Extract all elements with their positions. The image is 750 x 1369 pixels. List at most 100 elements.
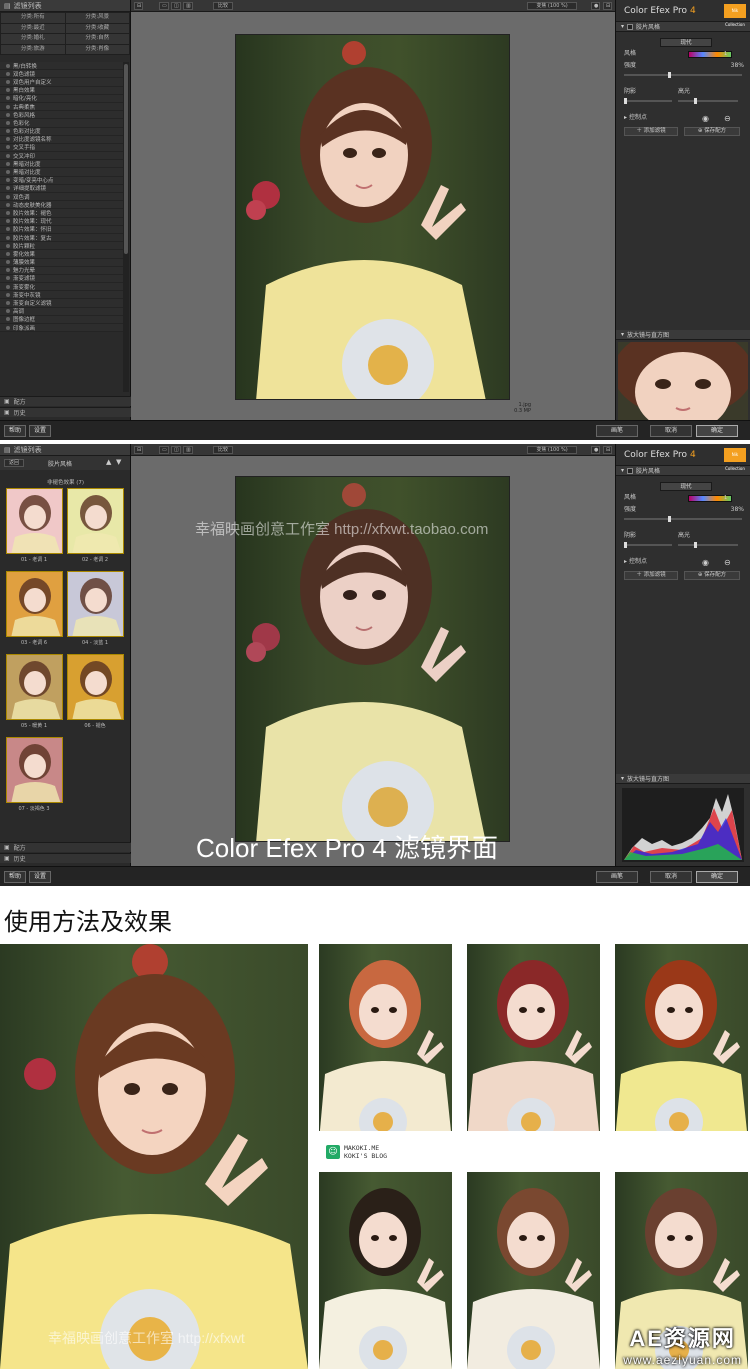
favorite-star-icon[interactable]: [6, 243, 10, 248]
single-view-button[interactable]: ▭: [159, 446, 169, 454]
favorite-star-icon[interactable]: [6, 284, 10, 289]
film-type-select[interactable]: 现代: [660, 38, 712, 47]
favorite-star-icon[interactable]: [6, 88, 10, 93]
favorite-star-icon[interactable]: [6, 71, 10, 76]
favorite-star-icon[interactable]: [6, 309, 10, 314]
favorite-star-icon[interactable]: [6, 202, 10, 207]
favorite-star-icon[interactable]: [6, 153, 10, 158]
favorite-star-icon[interactable]: [6, 210, 10, 215]
collapse-icon[interactable]: ▾: [621, 23, 624, 30]
background-white-button[interactable]: ●: [591, 446, 600, 454]
collapse-icon[interactable]: ▾: [621, 331, 624, 338]
settings-button[interactable]: 设置: [29, 425, 51, 437]
add-control-point-icon[interactable]: ◉: [702, 557, 709, 569]
category-button[interactable]: 分类:婚礼: [1, 34, 65, 44]
down-icon[interactable]: ▼: [116, 458, 121, 466]
favorite-star-icon[interactable]: [6, 137, 10, 142]
category-button[interactable]: 分类:风景: [65, 13, 129, 23]
collapse-icon[interactable]: ▾: [621, 467, 624, 474]
side-by-side-button[interactable]: ▥: [183, 2, 193, 10]
favorite-star-icon[interactable]: [6, 104, 10, 109]
add-filter-button[interactable]: ＋ 添加滤镜: [624, 127, 678, 136]
zoom-select[interactable]: 变焦 (100 %): [527, 446, 577, 454]
background-white-button[interactable]: ●: [591, 2, 600, 10]
strength-slider-knob[interactable]: [668, 72, 671, 78]
strength-slider[interactable]: [624, 516, 742, 522]
highlights-slider[interactable]: [678, 98, 738, 104]
filter-enable-checkbox[interactable]: [627, 467, 634, 474]
preset-thumbnail[interactable]: [67, 571, 124, 637]
filter-list-item[interactable]: 印象派画: [0, 324, 123, 333]
highlights-knob[interactable]: [694, 542, 697, 548]
category-button[interactable]: 分类:所有: [1, 13, 65, 23]
control-points-expand-icon[interactable]: ▸: [624, 114, 627, 121]
scrollbar-thumb[interactable]: [124, 64, 128, 254]
favorite-star-icon[interactable]: [6, 186, 10, 191]
favorite-star-icon[interactable]: [6, 227, 10, 232]
highlights-slider[interactable]: [678, 542, 738, 548]
favorite-star-icon[interactable]: [6, 317, 10, 322]
favorite-star-icon[interactable]: [6, 170, 10, 175]
shadows-slider[interactable]: [624, 542, 672, 548]
shadows-slider[interactable]: [624, 98, 672, 104]
favorite-star-icon[interactable]: [6, 63, 10, 68]
help-button[interactable]: 帮助: [4, 871, 26, 883]
favorite-star-icon[interactable]: [6, 235, 10, 240]
loupe-preview[interactable]: [618, 342, 748, 420]
favorite-star-icon[interactable]: [6, 268, 10, 273]
split-view-button[interactable]: ◫: [171, 446, 181, 454]
brush-button[interactable]: 画笔: [596, 425, 638, 437]
favorite-star-icon[interactable]: [6, 96, 10, 101]
favorite-star-icon[interactable]: [6, 161, 10, 166]
save-recipe-button[interactable]: ⊕ 保存配方: [684, 127, 740, 136]
recipes-tab[interactable]: ▣ 配方: [0, 396, 131, 406]
panel-toggle-button[interactable]: ⊟: [134, 2, 143, 10]
control-points-expand-icon[interactable]: ▸: [624, 558, 627, 565]
preset-thumbnail[interactable]: [67, 654, 124, 720]
zoom-select[interactable]: 变焦 (100 %): [527, 2, 577, 10]
filter-list-scrollbar[interactable]: [123, 62, 129, 392]
favorite-star-icon[interactable]: [6, 129, 10, 134]
panel-toggle-right-button[interactable]: ⊟: [603, 446, 612, 454]
preset-thumbnail[interactable]: [6, 571, 63, 637]
highlights-knob[interactable]: [694, 98, 697, 104]
cancel-button[interactable]: 取消: [650, 871, 692, 883]
history-tab[interactable]: ▣ 历史: [0, 853, 131, 863]
favorite-star-icon[interactable]: [6, 251, 10, 256]
back-button[interactable]: 返回: [4, 459, 24, 467]
preview-canvas[interactable]: 1.jpg 0.3 MP: [131, 12, 615, 420]
filter-enable-checkbox[interactable]: [627, 23, 634, 30]
favorite-star-icon[interactable]: [6, 194, 10, 199]
favorite-star-icon[interactable]: [6, 79, 10, 84]
favorite-star-icon[interactable]: [6, 219, 10, 224]
save-recipe-button[interactable]: ⊕ 保存配方: [684, 571, 740, 580]
preset-thumbnail[interactable]: [6, 654, 63, 720]
category-button[interactable]: 分类:收藏: [65, 23, 129, 33]
cancel-button[interactable]: 取消: [650, 425, 692, 437]
add-control-point-icon[interactable]: ◉: [702, 113, 709, 125]
favorite-star-icon[interactable]: [6, 292, 10, 297]
strength-slider[interactable]: [624, 72, 742, 78]
shadows-knob[interactable]: [624, 542, 627, 548]
favorite-star-icon[interactable]: [6, 145, 10, 150]
add-filter-button[interactable]: ＋ 添加滤镜: [624, 571, 678, 580]
shadows-knob[interactable]: [624, 98, 627, 104]
favorite-star-icon[interactable]: [6, 276, 10, 281]
filter-list-header[interactable]: ▤ 滤镜列表: [0, 0, 130, 12]
favorite-star-icon[interactable]: [6, 260, 10, 265]
ok-button[interactable]: 确定: [696, 425, 738, 437]
panel-toggle-button[interactable]: ⊟: [134, 446, 143, 454]
compare-button[interactable]: 比较: [213, 446, 233, 454]
split-view-button[interactable]: ◫: [171, 2, 181, 10]
single-view-button[interactable]: ▭: [159, 2, 169, 10]
category-button[interactable]: 分类:自然: [65, 34, 129, 44]
help-button[interactable]: 帮助: [4, 425, 26, 437]
settings-button[interactable]: 设置: [29, 871, 51, 883]
preset-thumbnail[interactable]: [6, 737, 63, 803]
panel-toggle-right-button[interactable]: ⊟: [603, 2, 612, 10]
loupe-section-header[interactable]: ▾ 放大镜与直方图: [616, 774, 750, 784]
strength-slider-knob[interactable]: [668, 516, 671, 522]
collapse-icon[interactable]: ▾: [621, 775, 624, 782]
film-type-select[interactable]: 现代: [660, 482, 712, 491]
favorite-star-icon[interactable]: [6, 120, 10, 125]
